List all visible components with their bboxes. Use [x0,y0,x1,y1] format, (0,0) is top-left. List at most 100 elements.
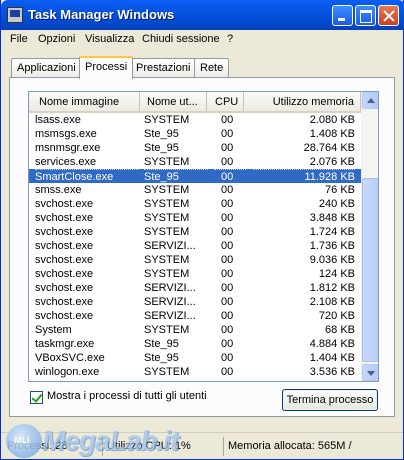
process-memory: 1.736 KB [309,240,355,252]
table-row[interactable]: svchost.exe SYSTEM 00 240 KB [29,197,361,211]
megalab-badge-text: MLI [14,435,30,445]
process-cpu: 00 [221,352,234,364]
table-row[interactable]: svchost.exe SERVIZI... 00 1.736 KB [29,239,361,253]
column-header-memory[interactable]: Utilizzo memoria [244,92,361,111]
process-user: Ste_95 [144,142,179,154]
process-user: SYSTEM [144,198,190,210]
process-name: svchost.exe [35,198,94,210]
list-header: Nome immagine Nome ut... CPU Utilizzo me… [29,92,361,113]
column-header-name[interactable]: Nome immagine [29,92,140,111]
process-name: System [35,324,72,336]
process-name: taskmgr.exe [35,338,95,350]
process-user: SERVIZI... [144,240,196,252]
process-cpu: 00 [221,198,234,210]
task-manager-window: Task Manager Windows File Opzioni Visual… [0,0,404,460]
process-cpu: 00 [221,226,234,238]
table-row[interactable]: svchost.exe SYSTEM 00 1.724 KB [29,225,361,239]
process-memory: 2.108 KB [309,296,355,308]
table-row[interactable]: msnmsgr.exe Ste_95 00 28.764 KB [29,141,361,155]
maximize-icon[interactable] [355,5,376,26]
process-name: VBoxSVC.exe [35,352,105,364]
end-process-button[interactable]: Termina processo [282,389,378,411]
process-user: SYSTEM [144,254,190,266]
table-row[interactable]: VBoxSVC.exe Ste_95 00 1.404 KB [29,351,361,365]
process-user: SYSTEM [144,156,190,168]
process-name: svchost.exe [35,310,94,322]
column-header-user[interactable]: Nome ut... [140,92,207,111]
tab-processi[interactable]: Processi [79,56,134,79]
menu-visualizza[interactable]: Visualizza [85,33,134,45]
process-memory: 720 KB [318,310,355,322]
process-memory: 124 KB [318,268,355,280]
megalab-logo: MLI [6,424,42,458]
menu-opzioni[interactable]: Opzioni [38,33,75,45]
process-memory: 2.076 KB [309,156,355,168]
table-row[interactable]: svchost.exe SERVIZI... 00 1.812 KB [29,281,361,295]
close-icon[interactable] [378,5,399,26]
tab-rete[interactable]: Rete [194,58,230,78]
tab-prestazioni[interactable]: Prestazioni [130,58,197,78]
table-row[interactable]: svchost.exe SYSTEM 00 3.848 KB [29,211,361,225]
table-row[interactable]: svchost.exe SYSTEM 00 124 KB [29,267,361,281]
megalab-watermark: MLI MegaLab.it [6,422,179,460]
menu-chiudi-sessione[interactable]: Chiudi sessione [142,33,220,45]
table-row[interactable]: SmartClose.exe Ste_95 00 11.928 KB [29,169,361,183]
process-name: svchost.exe [35,296,94,308]
table-row[interactable]: System SYSTEM 00 68 KB [29,323,361,337]
process-name: SmartClose.exe [35,169,139,183]
scroll-up-icon[interactable] [362,92,378,109]
process-memory: 1.724 KB [309,226,355,238]
process-memory: 3.848 KB [309,212,355,224]
status-memory: Memoria allocata: 565M / [223,437,401,456]
show-all-users-label[interactable]: Mostra i processi di tutti gli utenti [47,390,207,402]
process-cpu: 00 [221,114,234,126]
process-cpu: 00 [221,254,234,266]
process-memory: 240 KB [318,198,355,210]
table-row[interactable]: svchost.exe SERVIZI... 00 2.108 KB [29,295,361,309]
process-memory: 1.812 KB [309,282,355,294]
process-user: Ste_95 [144,352,179,364]
process-user: Ste_95 [144,338,179,350]
vertical-scrollbar[interactable] [361,92,378,381]
table-row[interactable]: svchost.exe SYSTEM 00 9.036 KB [29,253,361,267]
table-row[interactable]: services.exe SYSTEM 00 2.076 KB [29,155,361,169]
process-memory: 11.928 KB [253,169,355,183]
process-cpu: 00 [221,282,234,294]
process-user: SERVIZI... [144,296,196,308]
scroll-down-icon[interactable] [362,364,378,381]
process-cpu: 00 [221,296,234,308]
scroll-thumb[interactable] [362,178,378,362]
column-header-cpu[interactable]: CPU [207,92,244,111]
window-title: Task Manager Windows [28,7,175,22]
table-row[interactable]: smss.exe SYSTEM 00 76 KB [29,183,361,197]
process-name: svchost.exe [35,282,94,294]
menu-file[interactable]: File [10,33,28,45]
tab-applicazioni[interactable]: Applicazioni [11,58,82,78]
process-cpu: 00 [221,156,234,168]
checkmark-icon[interactable] [30,391,43,404]
process-cpu: 00 [221,128,234,140]
process-user: SERVIZI... [144,310,196,322]
process-memory: 1.404 KB [309,352,355,364]
process-user: SERVIZI... [144,282,196,294]
process-name: svchost.exe [35,240,94,252]
process-list[interactable]: Nome immagine Nome ut... CPU Utilizzo me… [28,91,379,382]
process-name: msmsgs.exe [35,128,97,140]
process-memory: 1.408 KB [309,128,355,140]
process-cpu: 00 [221,212,234,224]
process-user: SYSTEM [144,324,190,336]
process-memory: 68 KB [325,324,355,336]
table-row[interactable]: lsass.exe SYSTEM 00 2.080 KB [29,113,361,127]
process-memory: 3.536 KB [309,366,355,378]
table-row[interactable]: taskmgr.exe Ste_95 00 4.884 KB [29,337,361,351]
process-name: services.exe [35,156,97,168]
table-row[interactable]: msmsgs.exe Ste_95 00 1.408 KB [29,127,361,141]
title-bar[interactable]: Task Manager Windows [1,0,404,30]
menu-help[interactable]: ? [227,33,233,45]
process-cpu: 00 [221,184,234,196]
minimize-icon[interactable] [332,5,353,26]
process-name: svchost.exe [35,254,94,266]
table-row[interactable]: svchost.exe SERVIZI... 00 720 KB [29,309,361,323]
table-row[interactable]: winlogon.exe SYSTEM 00 3.536 KB [29,365,361,379]
process-cpu: 00 [221,268,234,280]
